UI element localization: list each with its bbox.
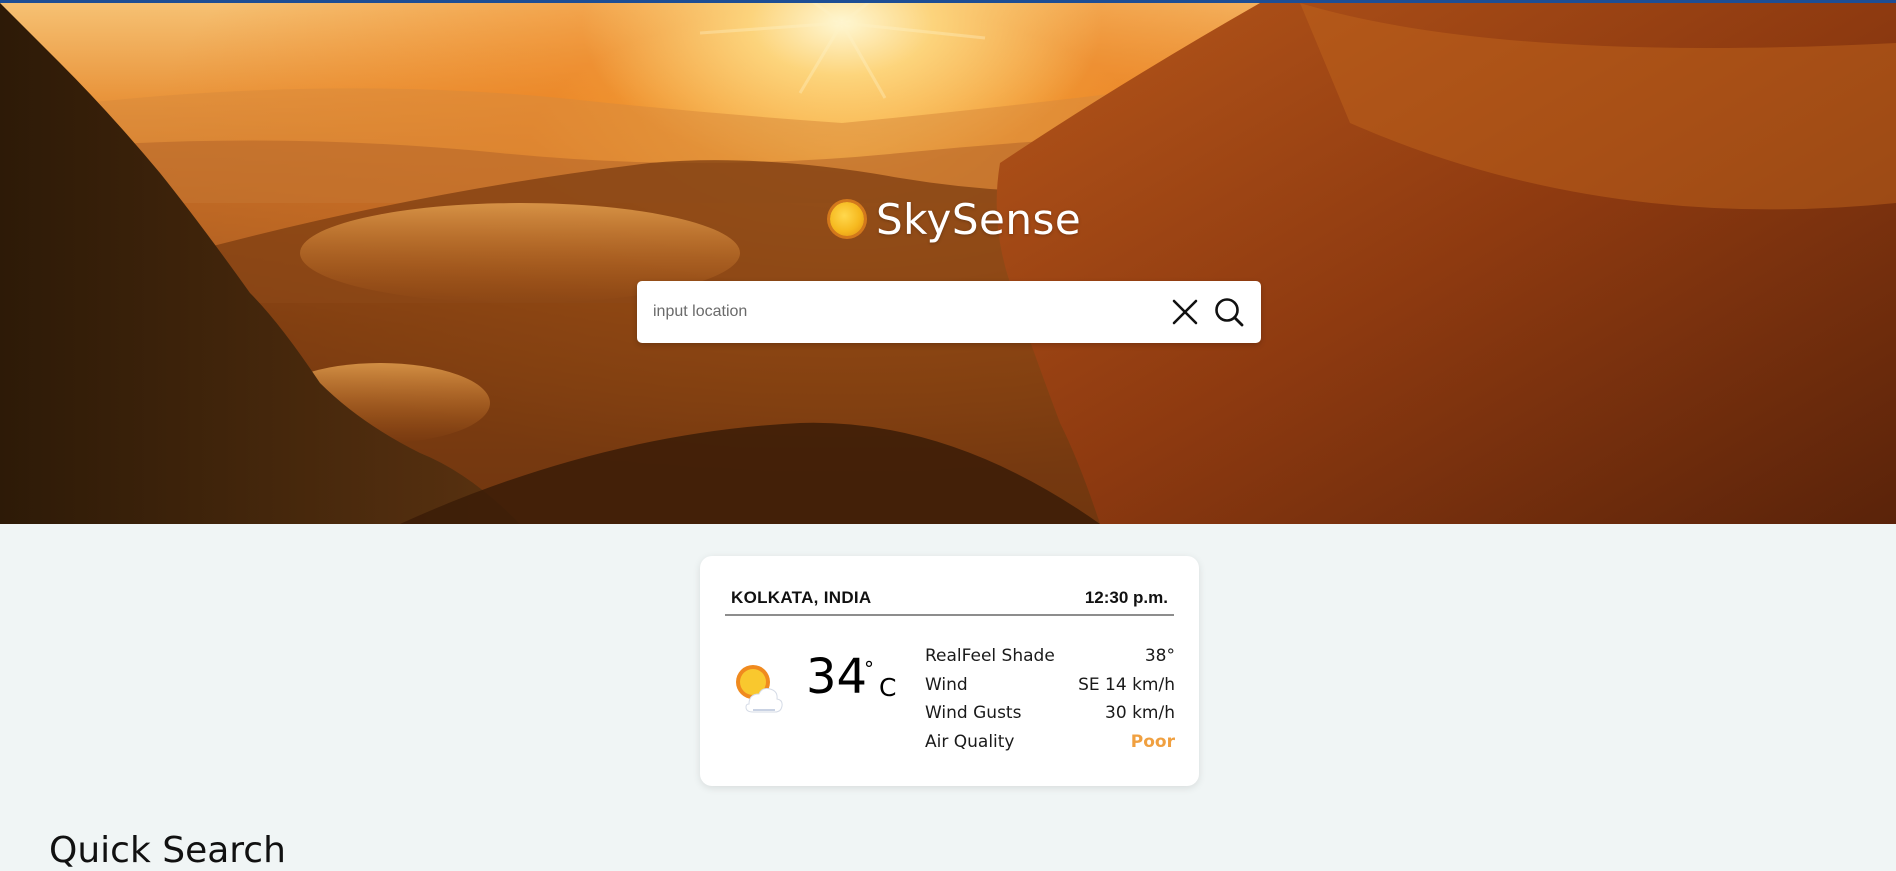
search-icon[interactable] <box>1213 296 1245 328</box>
air-quality-status: Poor <box>1130 731 1175 752</box>
detail-label: Air Quality <box>925 731 1015 752</box>
detail-row-air-quality: Air Quality Poor <box>925 732 1175 761</box>
detail-row-realfeel: RealFeel Shade 38° <box>925 646 1175 675</box>
location-name: KOLKATA, INDIA <box>731 588 872 607</box>
detail-row-wind: Wind SE 14 km/h <box>925 675 1175 704</box>
brand-name: SkySense <box>876 194 1082 244</box>
search-bar <box>637 281 1261 343</box>
partly-sunny-icon <box>731 662 785 716</box>
sun-icon <box>830 202 864 236</box>
detail-label: Wind Gusts <box>925 703 1022 723</box>
weather-card-header: KOLKATA, INDIA 12:30 p.m. <box>725 586 1174 616</box>
detail-label: RealFeel Shade <box>925 646 1055 666</box>
temperature-value: 34 <box>806 649 868 705</box>
quick-search-heading: Quick Search <box>49 830 286 871</box>
local-time: 12:30 p.m. <box>1084 588 1168 607</box>
detail-value: SE 14 km/h <box>1078 674 1175 695</box>
detail-row-wind-gusts: Wind Gusts 30 km/h <box>925 703 1175 732</box>
brand-logo: SkySense <box>830 193 1081 245</box>
detail-label: Wind <box>925 674 968 695</box>
weather-details: RealFeel Shade 38° Wind SE 14 km/h Wind … <box>925 646 1175 760</box>
forest-landscape-illustration <box>0 3 1896 524</box>
location-search-input[interactable] <box>653 281 1173 343</box>
degree-symbol: ° <box>864 657 874 681</box>
hero-banner: SkySense <box>0 3 1896 524</box>
detail-value: 30 km/h <box>1105 703 1175 723</box>
current-weather-card[interactable]: KOLKATA, INDIA 12:30 p.m. 34 ° C RealFee… <box>700 556 1199 786</box>
close-icon[interactable] <box>1169 296 1201 328</box>
temperature-unit: C <box>879 673 897 702</box>
detail-value: 38° <box>1144 646 1175 666</box>
